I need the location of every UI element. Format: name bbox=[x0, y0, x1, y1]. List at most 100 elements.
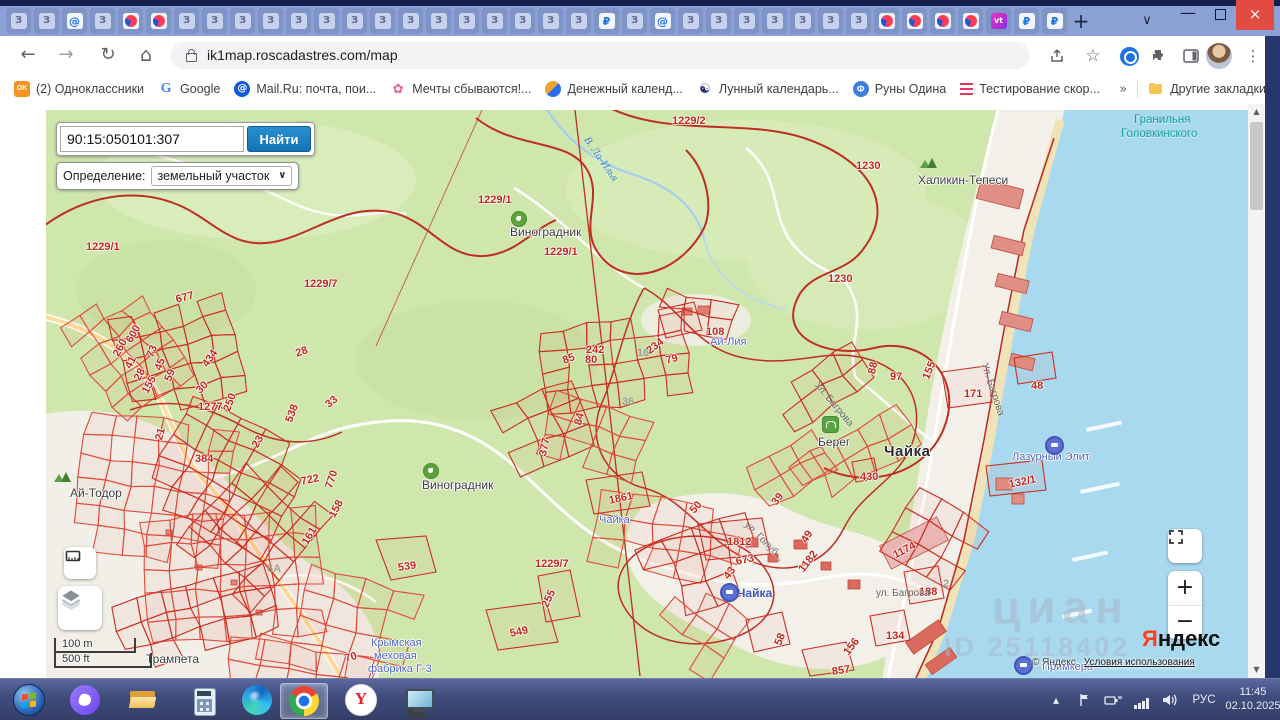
extension-badge-icon[interactable] bbox=[1116, 43, 1142, 69]
browser-tab[interactable] bbox=[34, 8, 59, 34]
bookmark-item[interactable]: Мечты сбываются!... bbox=[390, 81, 531, 97]
tab-search-chevron-icon[interactable] bbox=[1134, 8, 1160, 34]
browser-tab[interactable] bbox=[510, 8, 535, 34]
home-button[interactable] bbox=[132, 41, 160, 69]
browser-tab[interactable] bbox=[286, 8, 311, 34]
minimize-button[interactable] bbox=[1172, 0, 1204, 30]
address-bar[interactable]: ik1map.roscadastres.com/map bbox=[170, 42, 1030, 69]
browser-tab[interactable] bbox=[118, 8, 143, 34]
clock[interactable]: 11:45 02.10.2025 bbox=[1226, 679, 1280, 720]
volume-icon[interactable] bbox=[1158, 679, 1182, 720]
ruler-tool-button[interactable] bbox=[64, 547, 96, 579]
browser-tab[interactable] bbox=[314, 8, 339, 34]
power-battery-icon[interactable] bbox=[1100, 679, 1126, 720]
bookmarks-bar: (2) Одноклассники Google Mail.Ru: почта, п… bbox=[0, 74, 1280, 105]
scroll-up-icon[interactable] bbox=[1248, 104, 1265, 120]
taskbar-item-calc[interactable] bbox=[178, 683, 224, 717]
taskbar-item-start[interactable] bbox=[6, 683, 52, 717]
browser-tab[interactable] bbox=[454, 8, 479, 34]
browser-tab[interactable] bbox=[1014, 8, 1039, 34]
browser-tab[interactable] bbox=[846, 8, 871, 34]
browser-tab[interactable] bbox=[818, 8, 843, 34]
browser-tab[interactable] bbox=[874, 8, 899, 34]
action-center-flag-icon[interactable] bbox=[1074, 679, 1096, 720]
side-panel-icon[interactable] bbox=[1178, 43, 1204, 69]
browser-tab[interactable] bbox=[678, 8, 703, 34]
browser-tab[interactable] bbox=[146, 8, 171, 34]
tray-hidden-icons-arrow[interactable] bbox=[1046, 679, 1066, 720]
browser-tab[interactable] bbox=[734, 8, 759, 34]
browser-tab[interactable] bbox=[230, 8, 255, 34]
taskbar-item-alice[interactable] bbox=[62, 683, 108, 717]
browser-tab[interactable] bbox=[90, 8, 115, 34]
taskbar-item-yandex[interactable] bbox=[338, 683, 384, 717]
doc-favicon-icon bbox=[683, 13, 699, 29]
browser-tab[interactable] bbox=[706, 8, 731, 34]
reload-button[interactable] bbox=[94, 41, 122, 69]
browser-tab[interactable] bbox=[650, 8, 675, 34]
fullscreen-button[interactable] bbox=[1168, 529, 1202, 563]
browser-menu-kebab-icon[interactable] bbox=[1240, 43, 1266, 69]
taskbar-item-display[interactable] bbox=[396, 683, 442, 717]
browser-tab[interactable] bbox=[538, 8, 563, 34]
bookmark-star-icon[interactable] bbox=[1080, 43, 1106, 69]
bookmark-item[interactable]: Тестирование скор... bbox=[960, 81, 1100, 97]
network-signal-icon[interactable] bbox=[1130, 679, 1154, 720]
browser-tab[interactable] bbox=[174, 8, 199, 34]
bookmark-item[interactable]: Google bbox=[158, 81, 220, 97]
terms-link[interactable]: Условия использования bbox=[1084, 657, 1195, 668]
browser-tab[interactable] bbox=[202, 8, 227, 34]
browser-tab[interactable] bbox=[594, 8, 619, 34]
browser-tab[interactable] bbox=[790, 8, 815, 34]
share-button[interactable] bbox=[1044, 43, 1070, 69]
browser-tab[interactable] bbox=[258, 8, 283, 34]
taskbar-item-explorer[interactable] bbox=[120, 683, 166, 717]
mail-favicon-icon bbox=[879, 13, 895, 29]
page-scrollbar[interactable] bbox=[1248, 104, 1265, 678]
browser-tab[interactable] bbox=[370, 8, 395, 34]
divider bbox=[1137, 80, 1138, 98]
edge-icon bbox=[242, 685, 272, 715]
zoom-in-button[interactable]: + bbox=[1168, 571, 1202, 606]
scroll-down-icon[interactable] bbox=[1248, 662, 1265, 678]
bookmark-item[interactable]: Денежный календ... bbox=[545, 81, 682, 97]
bookmark-item[interactable]: Руны Одина bbox=[853, 81, 947, 97]
language-indicator[interactable]: РУС bbox=[1186, 679, 1222, 720]
profile-avatar[interactable] bbox=[1206, 43, 1232, 69]
browser-tab[interactable] bbox=[426, 8, 451, 34]
browser-tab[interactable] bbox=[622, 8, 647, 34]
bookmark-item[interactable]: (2) Одноклассники bbox=[14, 81, 144, 97]
browser-tab[interactable] bbox=[902, 8, 927, 34]
scrollbar-thumb[interactable] bbox=[1250, 122, 1263, 210]
layers-button[interactable] bbox=[58, 586, 102, 630]
cadastral-map[interactable]: 1229/21229/11229/71229/11229/11230123012… bbox=[46, 110, 1248, 678]
back-button[interactable] bbox=[14, 41, 42, 69]
close-button[interactable] bbox=[1236, 0, 1274, 30]
forward-button[interactable] bbox=[52, 41, 80, 69]
browser-tab[interactable] bbox=[986, 8, 1011, 34]
other-bookmarks-folder[interactable]: Другие закладки bbox=[1148, 81, 1266, 97]
cadastral-number-input[interactable] bbox=[60, 126, 244, 152]
taskbar-item-edge[interactable] bbox=[234, 683, 280, 717]
browser-tab[interactable] bbox=[566, 8, 591, 34]
extensions-puzzle-icon[interactable] bbox=[1146, 43, 1172, 69]
browser-tab[interactable] bbox=[762, 8, 787, 34]
browser-tab[interactable] bbox=[398, 8, 423, 34]
browser-tab[interactable] bbox=[958, 8, 983, 34]
browser-tab[interactable] bbox=[342, 8, 367, 34]
maximize-button[interactable] bbox=[1204, 0, 1236, 30]
browser-tab[interactable] bbox=[482, 8, 507, 34]
taskbar-item-chrome[interactable] bbox=[280, 683, 328, 719]
browser-tab[interactable] bbox=[6, 8, 31, 34]
new-tab-button[interactable] bbox=[1068, 8, 1094, 34]
browser-tab[interactable] bbox=[1042, 8, 1067, 34]
bookmarks-overflow-chevron[interactable] bbox=[1119, 83, 1127, 96]
definition-value: земельный участок bbox=[158, 169, 270, 183]
bookmark-item[interactable]: Лунный календарь... bbox=[697, 81, 839, 97]
doc-favicon-icon bbox=[851, 13, 867, 29]
find-button[interactable]: Найти bbox=[247, 126, 311, 152]
browser-tab[interactable] bbox=[62, 8, 87, 34]
bookmark-item[interactable]: Mail.Ru: почта, пои... bbox=[234, 81, 376, 97]
browser-tab[interactable] bbox=[930, 8, 955, 34]
definition-select[interactable]: земельный участок ∨ bbox=[151, 166, 293, 186]
